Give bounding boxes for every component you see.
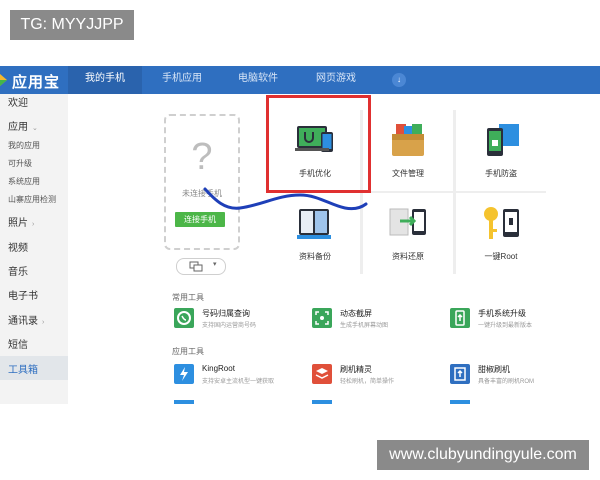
device-switch-dropdown[interactable]: ▾ <box>176 258 226 275</box>
sidebar-item-photos[interactable]: 照片 › <box>8 214 34 229</box>
tab-phone-apps[interactable]: 手机应用 <box>146 66 218 94</box>
app-logo[interactable]: 应用宝 <box>0 66 68 94</box>
tool-kingroot[interactable]: KingRoot 支持安卓主流机型一键获取 <box>174 364 314 390</box>
chevron-right-icon: › <box>42 319 45 326</box>
sidebar-item-upgradable[interactable]: 可升级 <box>8 158 32 169</box>
grid-label: 资料还原 <box>392 252 424 261</box>
highlight-annotation-box <box>266 95 371 193</box>
grid-label: 手机防盗 <box>485 169 517 178</box>
tool-system-upgrade[interactable]: 手机系统升级 一键升级到最新版本 <box>450 308 590 334</box>
tool-title: KingRoot <box>202 364 235 373</box>
sidebar-item-fake-app-check[interactable]: 山寨应用检测 <box>8 194 56 205</box>
grid-file-manager[interactable]: 文件管理 <box>363 110 453 191</box>
chevron-down-icon: ▾ <box>213 261 217 268</box>
flash-wizard-icon <box>312 364 332 384</box>
kingroot-icon <box>174 364 194 384</box>
grid-label: 文件管理 <box>392 169 424 178</box>
device-status: 未连接手机 <box>182 189 222 198</box>
tab-pc-software[interactable]: 电脑软件 <box>222 66 294 94</box>
device-switch-icon <box>189 261 203 272</box>
tool-flash-wizard[interactable]: 刷机精灵 轻松刷机，简单操作 <box>312 364 452 390</box>
grid-data-restore[interactable]: 资料还原 <box>363 193 453 274</box>
tool-title: 甜椒刷机 <box>478 365 510 374</box>
tool-dynamic-screenshot[interactable]: 动态截屏 生成手机屏幕动图 <box>312 308 452 334</box>
tool-pepper-flash[interactable]: 甜椒刷机 具备丰富的刷机ROM <box>450 364 590 390</box>
tool-desc: 轻松刷机，简单操作 <box>340 379 395 385</box>
one-key-root-icon <box>484 207 519 239</box>
section-app-tools: 应用工具 <box>172 347 204 356</box>
tool-desc: 一键升级到最新版本 <box>478 323 533 329</box>
logo-text: 应用宝 <box>12 74 61 91</box>
system-upgrade-icon <box>450 308 470 328</box>
tab-web-games[interactable]: 网页游戏 <box>300 66 372 94</box>
tool-desc: 支持国内运营商号码 <box>202 323 257 329</box>
grid-label: 资料备份 <box>299 252 331 261</box>
tool-title: 动态截屏 <box>340 309 372 318</box>
pepper-flash-icon <box>450 364 470 384</box>
tool-desc: 支持安卓主流机型一键获取 <box>202 379 275 385</box>
sidebar-item-sms[interactable]: 短信 <box>8 336 28 351</box>
chevron-down-icon: ⌄ <box>32 125 38 132</box>
sidebar-item-toolbox[interactable]: 工具箱 <box>8 361 38 376</box>
sidebar-item-my-apps[interactable]: 我的应用 <box>8 140 40 151</box>
chevron-right-icon: › <box>32 221 35 228</box>
data-restore-icon <box>389 208 426 236</box>
download-icon[interactable]: ↓ <box>392 73 406 87</box>
grid-label: 一键Root <box>484 252 518 261</box>
sidebar-item-contacts[interactable]: 通讯录 › <box>8 312 44 327</box>
grid-data-backup[interactable]: 资料备份 <box>270 193 360 274</box>
tool-title: 刷机精灵 <box>340 365 372 374</box>
grid-one-key-root[interactable]: 一键Root <box>456 193 546 274</box>
watermark-bottom: www.clubyundingyule.com <box>377 440 589 470</box>
tab-my-phone[interactable]: 我的手机 <box>68 66 142 94</box>
tool-title: 手机系统升级 <box>478 309 526 318</box>
tool-icon-cutoff <box>174 400 194 404</box>
device-card: ? 未连接手机 连接手机 <box>164 114 240 250</box>
phone-lookup-icon <box>174 308 194 328</box>
tool-desc: 生成手机屏幕动图 <box>340 323 389 329</box>
unknown-device-icon: ? <box>191 136 213 178</box>
tool-title: 号码归属查询 <box>202 309 250 318</box>
sidebar-item-ebooks[interactable]: 电子书 <box>8 287 38 302</box>
watermark-top: TG: MYYJJPP <box>10 10 134 40</box>
sidebar-item-music[interactable]: 音乐 <box>8 263 28 278</box>
section-common-tools: 常用工具 <box>172 293 204 302</box>
file-manager-icon <box>392 124 424 156</box>
sidebar-item-system-apps[interactable]: 系统应用 <box>8 176 40 187</box>
grid-anti-theft[interactable]: 手机防盗 <box>456 110 546 191</box>
tool-icon-cutoff <box>312 400 332 404</box>
tool-number-lookup[interactable]: 号码归属查询 支持国内运营商号码 <box>174 308 314 334</box>
sidebar-item-welcome[interactable]: 欢迎 <box>8 94 28 109</box>
anti-theft-icon <box>487 124 519 156</box>
tool-desc: 具备丰富的刷机ROM <box>478 379 534 385</box>
data-backup-icon <box>297 209 331 239</box>
screenshot-icon <box>312 308 332 328</box>
sidebar: 欢迎 应用 ⌄ 我的应用 可升级 系统应用 山寨应用检测 照片 › 视频 音乐 电子… <box>0 94 68 404</box>
top-nav-bar: 应用宝 我的手机 手机应用 电脑软件 网页游戏 ↓ <box>0 66 600 94</box>
connect-phone-button[interactable]: 连接手机 <box>175 212 225 227</box>
sidebar-item-apps[interactable]: 应用 ⌄ <box>8 118 38 133</box>
sidebar-item-videos[interactable]: 视频 <box>8 239 28 254</box>
tool-icon-cutoff <box>450 400 470 404</box>
logo-icon <box>0 74 7 86</box>
